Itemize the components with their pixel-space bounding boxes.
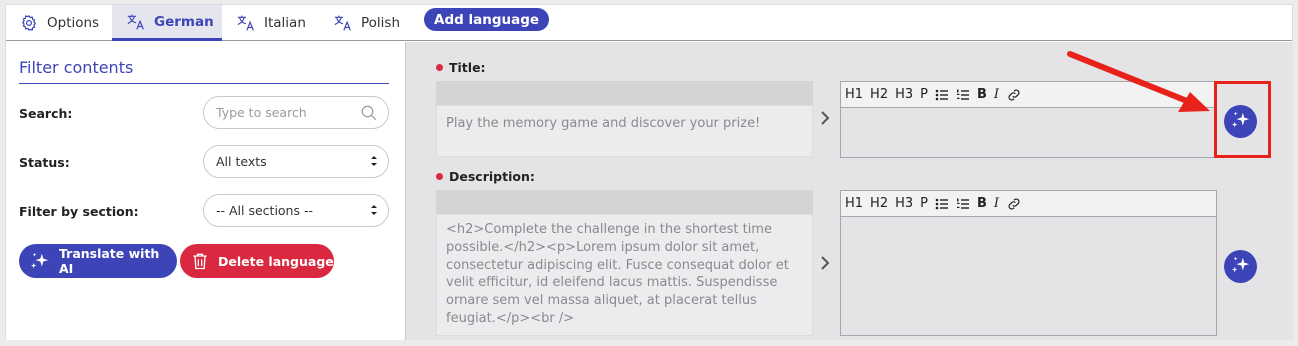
translate-with-ai-button[interactable]: Translate with AI [19, 244, 177, 278]
delete-language-label: Delete language [218, 253, 334, 269]
tab-label: Options [47, 15, 100, 31]
sparkles-icon [29, 251, 51, 271]
sparkles-icon [1230, 255, 1252, 279]
tab-options[interactable]: Options [19, 5, 109, 41]
status-value: All texts [216, 154, 267, 169]
trash-icon [190, 251, 210, 271]
translate-icon [236, 13, 256, 33]
search-placeholder: Type to search [216, 105, 307, 120]
h1-button[interactable]: H1 [845, 196, 863, 211]
highlight-box [1214, 81, 1271, 158]
paragraph-button[interactable]: P [920, 87, 928, 102]
content-panel: Title: Play the memory game and discover… [405, 42, 1293, 340]
description-field-label: Description: [436, 169, 535, 184]
chevron-right-icon[interactable] [820, 255, 830, 275]
source-text-title: Play the memory game and discover your p… [436, 105, 813, 157]
translation-editor: Options German Italian Polish Add langua… [5, 4, 1293, 340]
delete-language-button[interactable]: Delete language [180, 244, 334, 278]
filter-panel: Filter contents Search: Type to search S… [6, 42, 404, 340]
required-dot [436, 64, 443, 71]
section-value: -- All sections -- [216, 203, 313, 218]
search-icon [360, 104, 378, 125]
field-label: Description: [449, 169, 535, 184]
tab-label: Polish [361, 15, 401, 31]
language-tabs: Options German Italian Polish Add langua… [6, 5, 1292, 41]
h2-button[interactable]: H2 [870, 196, 888, 211]
h3-button[interactable]: H3 [895, 87, 913, 102]
tab-italian[interactable]: Italian [236, 5, 316, 41]
paragraph-button[interactable]: P [920, 196, 928, 211]
required-dot [436, 173, 443, 180]
bullet-list-icon[interactable] [935, 88, 949, 102]
add-language-button[interactable]: Add language [424, 8, 550, 31]
editor-toolbar: H1 H2 H3 P B I [841, 82, 1216, 108]
tab-german[interactable]: German [112, 5, 222, 41]
numbered-list-icon[interactable] [956, 88, 970, 102]
translate-ai-label: Translate with AI [59, 246, 160, 276]
source-header [436, 190, 813, 214]
bullet-list-icon[interactable] [935, 197, 949, 211]
translate-icon [126, 12, 146, 32]
editor-body[interactable] [841, 217, 1216, 335]
numbered-list-icon[interactable] [956, 197, 970, 211]
editor-body[interactable] [841, 108, 1216, 157]
section-label: Filter by section: [19, 204, 139, 219]
select-arrows-icon [370, 203, 378, 220]
gear-icon [19, 13, 39, 33]
description-rich-editor[interactable]: H1 H2 H3 P B I [840, 190, 1217, 336]
source-header [436, 81, 813, 105]
tab-label: Italian [264, 15, 306, 31]
status-select[interactable]: All texts [203, 145, 389, 178]
tab-polish[interactable]: Polish [333, 5, 413, 41]
source-text-description: <h2>Complete the challenge in the shorte… [436, 214, 813, 336]
search-input[interactable]: Type to search [203, 96, 389, 129]
chevron-right-icon[interactable] [820, 110, 830, 130]
h2-button[interactable]: H2 [870, 87, 888, 102]
link-icon[interactable] [1006, 196, 1022, 212]
ai-translate-description-button[interactable] [1224, 250, 1257, 283]
italic-button[interactable]: I [994, 196, 999, 211]
italic-button[interactable]: I [994, 87, 999, 102]
title-field-label: Title: [436, 60, 486, 75]
bold-button[interactable]: B [977, 196, 987, 211]
bold-button[interactable]: B [977, 87, 987, 102]
h1-button[interactable]: H1 [845, 87, 863, 102]
h3-button[interactable]: H3 [895, 196, 913, 211]
tab-label: German [154, 13, 214, 30]
link-icon[interactable] [1006, 87, 1022, 103]
status-label: Status: [19, 155, 70, 170]
field-label: Title: [449, 60, 486, 75]
title-rich-editor[interactable]: H1 H2 H3 P B I [840, 81, 1217, 158]
select-arrows-icon [370, 154, 378, 171]
editor-toolbar: H1 H2 H3 P B I [841, 191, 1216, 217]
filter-title: Filter contents [19, 58, 389, 84]
section-select[interactable]: -- All sections -- [203, 194, 389, 227]
translate-icon [333, 13, 353, 33]
search-label: Search: [19, 106, 73, 121]
